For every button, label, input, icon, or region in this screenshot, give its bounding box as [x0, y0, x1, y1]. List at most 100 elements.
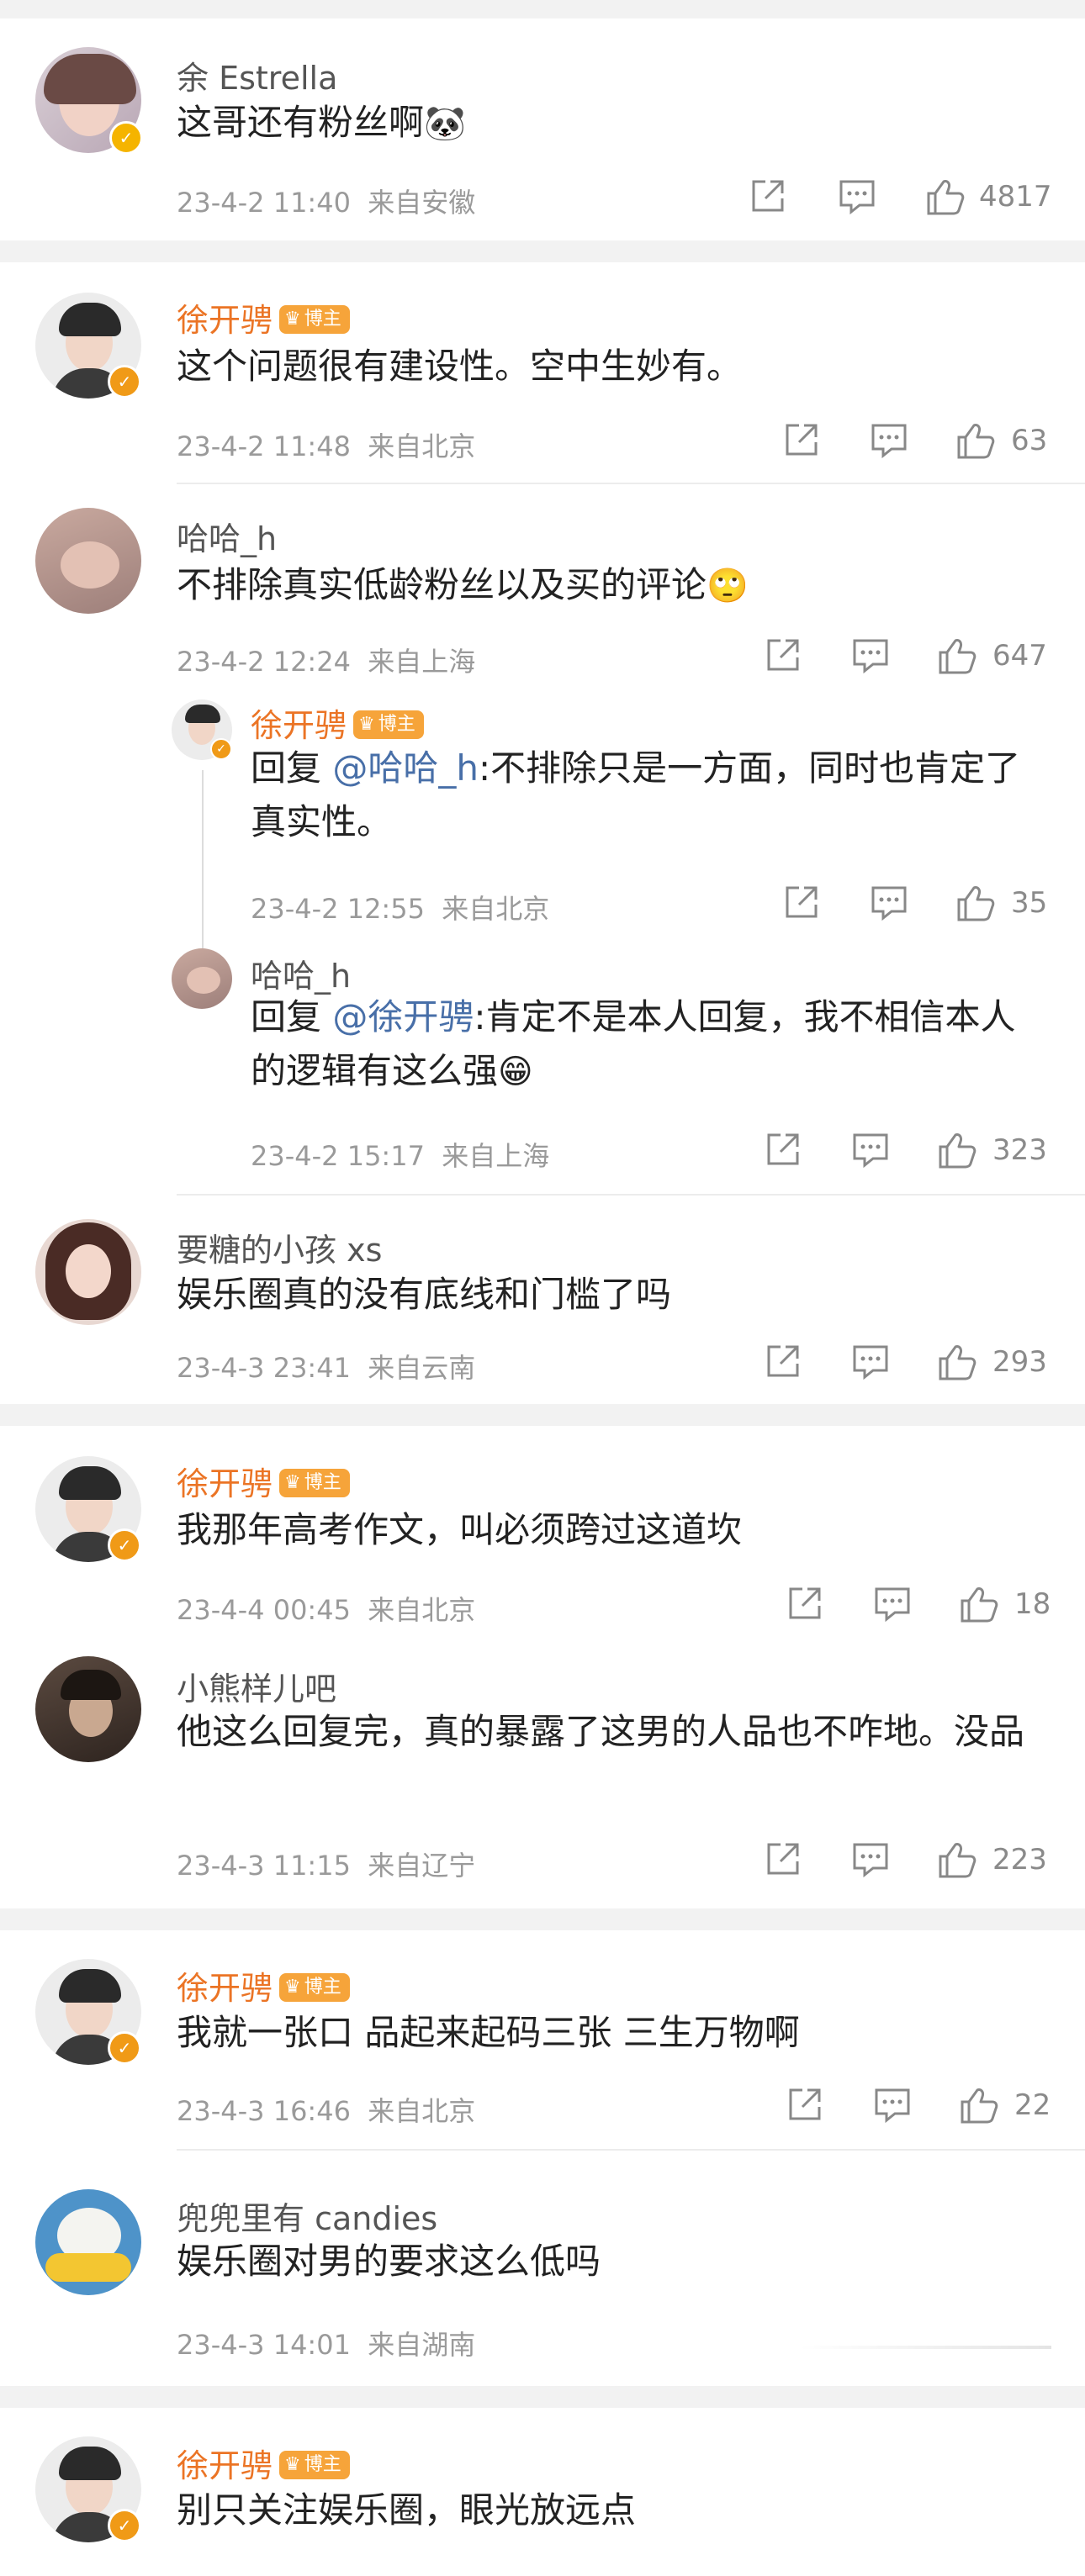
like-count: 293 — [992, 1345, 1047, 1379]
thumbs-up-icon[interactable] — [959, 2085, 999, 2125]
avatar[interactable] — [35, 1219, 141, 1325]
blogger-name[interactable]: 徐开骋 ♛ 博主 — [177, 294, 350, 340]
comment-text: 我就一张口 品起来起码三张 三生万物啊 — [177, 2012, 800, 2053]
section-divider — [0, 1404, 1085, 1426]
comment-icon[interactable] — [873, 2085, 912, 2124]
commenter-name[interactable]: 余 Estrella — [177, 52, 337, 98]
verified-badge-icon: ✓ — [109, 121, 143, 155]
section-divider — [0, 240, 1085, 262]
like-count: 35 — [1011, 886, 1048, 920]
comment-icon[interactable] — [870, 420, 908, 459]
comment-icon[interactable] — [851, 636, 890, 674]
comment-text: 他这么回复完，真的暴露了这男的人品也不咋地。没品 — [177, 1711, 1025, 1752]
crown-icon: ♛ — [358, 713, 375, 735]
comment-meta: 23-4-2 12:24 来自上海 — [177, 646, 476, 678]
crown-icon: ♛ — [284, 308, 301, 330]
action-bar: 35 — [782, 883, 1051, 923]
share-icon[interactable] — [764, 1130, 802, 1169]
faded-action-bar — [799, 2346, 1051, 2349]
thumbs-up-icon[interactable] — [925, 177, 966, 217]
thumbs-up-icon[interactable] — [937, 636, 977, 676]
comment-text: 我那年高考作文，叫必须跨过这道坎 — [177, 1509, 743, 1550]
blogger-name[interactable]: 徐开骋 ♛ 博主 — [251, 699, 424, 746]
comment-item: ✓ 徐开骋 ♛ 博主 我那年高考作文，叫必须跨过这道坎 23-4-4 00:45 来… — [0, 1426, 1085, 1646]
comment-item: 兜兜里有 candies 娱乐圈对男的要求这么低吗 23-4-3 14:01 来… — [0, 2151, 1085, 2386]
comment-text: 娱乐圈真的没有底线和门槛了吗 — [177, 1274, 672, 1315]
verified-badge-icon: ✓ — [108, 1528, 141, 1562]
comment-icon[interactable] — [838, 177, 876, 215]
share-icon[interactable] — [786, 2085, 824, 2124]
share-icon[interactable] — [764, 1840, 802, 1878]
like-count: 22 — [1014, 2088, 1051, 2122]
share-icon[interactable] — [782, 420, 821, 459]
avatar[interactable] — [35, 508, 141, 614]
comment-meta: 23-4-2 11:48 来自北京 — [177, 430, 476, 462]
thumbs-up-icon[interactable] — [955, 883, 996, 923]
comment-icon[interactable] — [873, 1584, 912, 1623]
comment-item: 要糖的小孩 xs 娱乐圈真的没有底线和门槛了吗 23-4-3 23:41 来自云… — [0, 1196, 1085, 1404]
commenter-name[interactable]: 哈哈_h — [251, 950, 351, 996]
action-bar: 4817 — [749, 177, 1052, 217]
avatar[interactable] — [35, 2189, 141, 2295]
comment-text: 别只关注娱乐圈，眼光放远点 — [177, 2489, 637, 2531]
thumbs-up-icon[interactable] — [937, 1342, 977, 1382]
comment-icon[interactable] — [851, 1840, 890, 1878]
commenter-name[interactable]: 哈哈_h — [177, 513, 277, 559]
action-bar: 293 — [764, 1342, 1050, 1382]
verified-badge-icon: ✓ — [108, 365, 141, 399]
mention-link[interactable]: @哈哈_h — [332, 747, 479, 789]
emoji-icon: 😁 — [498, 1053, 533, 1091]
share-icon[interactable] — [782, 883, 821, 921]
thumbs-up-icon[interactable] — [959, 1584, 999, 1624]
crown-icon: ♛ — [284, 1976, 301, 1998]
comment-meta: 23-4-3 23:41 来自云南 — [177, 1352, 476, 1384]
comment-text: 不排除真实低龄粉丝以及买的评论🙄 — [177, 558, 1043, 613]
comment-meta: 23-4-3 11:15 来自辽宁 — [177, 1850, 476, 1882]
reply-avatar[interactable] — [172, 948, 232, 1009]
comment-icon[interactable] — [870, 883, 908, 921]
like-count: 647 — [992, 639, 1047, 673]
comment-meta: 23-4-2 11:40 来自安徽 — [177, 187, 476, 219]
commenter-name[interactable]: 兜兜里有 candies — [177, 2193, 437, 2239]
comment-text: 娱乐圈对男的要求这么低吗 — [177, 2241, 601, 2282]
commenter-name[interactable]: 要糖的小孩 xs — [177, 1224, 382, 1270]
blogger-name[interactable]: 徐开骋 ♛ 博主 — [177, 2440, 350, 2486]
share-icon[interactable] — [749, 177, 787, 215]
avatar[interactable] — [35, 1656, 141, 1762]
crown-icon: ♛ — [284, 2453, 301, 2475]
comment-icon[interactable] — [851, 1130, 890, 1169]
like-count: 63 — [1011, 424, 1048, 457]
emoji-icon: 🐼 — [424, 104, 466, 143]
thumbs-up-icon[interactable] — [937, 1840, 977, 1880]
action-bar: 22 — [786, 2085, 1051, 2125]
comment-item: 小熊样儿吧 他这么回复完，真的暴露了这男的人品也不咋地。没品 23-4-3 11… — [0, 1646, 1085, 1908]
comment-icon[interactable] — [851, 1342, 890, 1380]
verified-badge-icon: ✓ — [108, 2031, 141, 2065]
share-icon[interactable] — [764, 1342, 802, 1380]
comment-text: 这哥还有粉丝啊🐼 — [177, 96, 1043, 150]
action-bar: 223 — [764, 1840, 1050, 1880]
comment-item: 哈哈_h 不排除真实低龄粉丝以及买的评论🙄 23-4-2 12:24 来自上海 … — [0, 484, 1085, 1196]
like-count: 323 — [992, 1133, 1047, 1167]
share-icon[interactable] — [764, 636, 802, 674]
reply-thread-line — [202, 770, 204, 955]
blogger-name[interactable]: 徐开骋 ♛ 博主 — [177, 1458, 350, 1504]
comment-item: ✓ 徐开骋 ♛ 博主 这个问题很有建设性。空中生妙有。 23-4-2 11:48 来… — [0, 262, 1085, 483]
like-count: 223 — [992, 1843, 1047, 1877]
reply-meta: 23-4-2 15:17 来自上海 — [251, 1140, 550, 1172]
thumbs-up-icon[interactable] — [955, 420, 996, 461]
top-divider — [0, 0, 1085, 18]
like-count: 4817 — [979, 180, 1052, 214]
reply-text: 回复 @哈哈_h:不排除只是一方面，同时也肯定了真实性。 — [251, 747, 1021, 842]
action-bar: 323 — [764, 1130, 1050, 1170]
reply-meta: 23-4-2 12:55 来自北京 — [251, 893, 550, 925]
blogger-tag: ♛ 博主 — [279, 2450, 350, 2479]
commenter-name[interactable]: 小熊样儿吧 — [177, 1663, 336, 1709]
share-icon[interactable] — [786, 1584, 824, 1623]
blogger-name[interactable]: 徐开骋 ♛ 博主 — [177, 1962, 350, 2009]
verified-badge-icon: ✓ — [210, 738, 232, 760]
thumbs-up-icon[interactable] — [937, 1130, 977, 1170]
mention-link[interactable]: @徐开骋 — [332, 996, 474, 1037]
reply-text: 回复 @徐开骋:肯定不是本人回复，我不相信本人的逻辑有这么强😁 — [251, 990, 1050, 1099]
action-bar: 647 — [764, 636, 1050, 676]
